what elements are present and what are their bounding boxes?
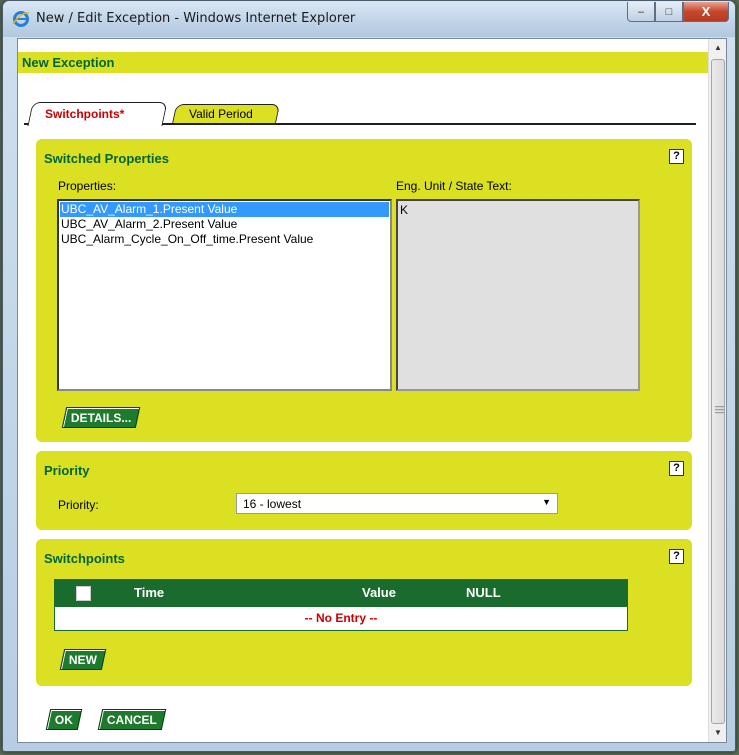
- dialog-content: Valid Period Switchpoints* Switched Prop…: [18, 73, 708, 742]
- scroll-down-arrow-icon[interactable]: ▼: [709, 724, 726, 742]
- chevron-down-icon: ▼: [542, 497, 551, 507]
- help-icon[interactable]: ?: [669, 549, 684, 564]
- maximize-button[interactable]: □: [655, 2, 683, 22]
- switchpoints-section: Switchpoints ? Time Value NULL -- No Ent…: [36, 539, 692, 686]
- scrollbar-thumb[interactable]: — — —: [711, 59, 725, 724]
- cancel-button-label: CANCEL: [106, 713, 157, 727]
- vertical-scrollbar[interactable]: ▲ — — — ▼: [708, 39, 726, 742]
- minimize-button[interactable]: –: [627, 2, 655, 22]
- browser-window: New / Edit Exception - Windows Internet …: [2, 0, 736, 752]
- priority-select[interactable]: 16 - lowest ▼: [236, 493, 558, 514]
- tab-valid-period-label: Valid Period: [189, 107, 253, 121]
- eng-unit-field: K: [396, 199, 640, 391]
- switchpoints-title: Switchpoints: [44, 551, 125, 566]
- list-item[interactable]: UBC_AV_Alarm_2.Present Value: [60, 217, 389, 232]
- select-all-checkbox[interactable]: [76, 586, 91, 601]
- list-item[interactable]: UBC_AV_Alarm_1.Present Value: [60, 202, 389, 217]
- properties-label: Properties:: [58, 179, 117, 193]
- title-bar[interactable]: New / Edit Exception - Windows Internet …: [3, 1, 735, 37]
- ok-button[interactable]: OK: [45, 709, 83, 730]
- new-button-label: NEW: [68, 653, 97, 667]
- tab-switchpoints-label: Switchpoints*: [45, 107, 125, 121]
- details-button[interactable]: DETAILS...: [61, 407, 141, 428]
- scroll-up-arrow-icon[interactable]: ▲: [709, 39, 726, 57]
- internet-explorer-icon: [12, 11, 30, 27]
- properties-listbox[interactable]: UBC_AV_Alarm_1.Present Value UBC_AV_Alar…: [57, 199, 392, 391]
- page-title: New Exception: [18, 52, 708, 73]
- list-item[interactable]: UBC_Alarm_Cycle_On_Off_time.Present Valu…: [60, 232, 389, 247]
- window-title: New / Edit Exception - Windows Internet …: [36, 11, 356, 26]
- page-viewport: New Exception Valid Period Switchpoints*…: [17, 38, 727, 743]
- table-header: Time Value NULL: [54, 579, 628, 607]
- grip-icon: — — —: [715, 401, 724, 417]
- priority-selected-value: 16 - lowest: [243, 497, 302, 511]
- close-button[interactable]: X: [683, 2, 729, 22]
- empty-table-row: -- No Entry --: [54, 607, 628, 631]
- priority-label: Priority:: [58, 498, 99, 512]
- details-button-label: DETAILS...: [70, 411, 132, 425]
- tab-strip: Valid Period Switchpoints*: [24, 102, 704, 126]
- cancel-button[interactable]: CANCEL: [97, 709, 167, 730]
- tab-switchpoints[interactable]: Switchpoints*: [27, 102, 168, 126]
- ok-button-label: OK: [54, 713, 73, 727]
- eng-unit-label: Eng. Unit / State Text:: [396, 179, 512, 193]
- tab-valid-period[interactable]: Valid Period: [171, 104, 281, 124]
- column-header-time[interactable]: Time: [134, 585, 164, 600]
- help-icon[interactable]: ?: [669, 461, 684, 476]
- column-header-value[interactable]: Value: [362, 585, 396, 600]
- switched-properties-title: Switched Properties: [44, 151, 169, 166]
- switched-properties-section: Switched Properties ? Properties: Eng. U…: [36, 139, 692, 442]
- switchpoints-table: Time Value NULL -- No Entry --: [54, 579, 628, 631]
- help-icon[interactable]: ?: [669, 149, 684, 164]
- priority-title: Priority: [44, 463, 90, 478]
- priority-section: Priority ? Priority: 16 - lowest ▼: [36, 451, 692, 530]
- column-header-null[interactable]: NULL: [466, 585, 501, 600]
- new-button[interactable]: NEW: [59, 649, 107, 670]
